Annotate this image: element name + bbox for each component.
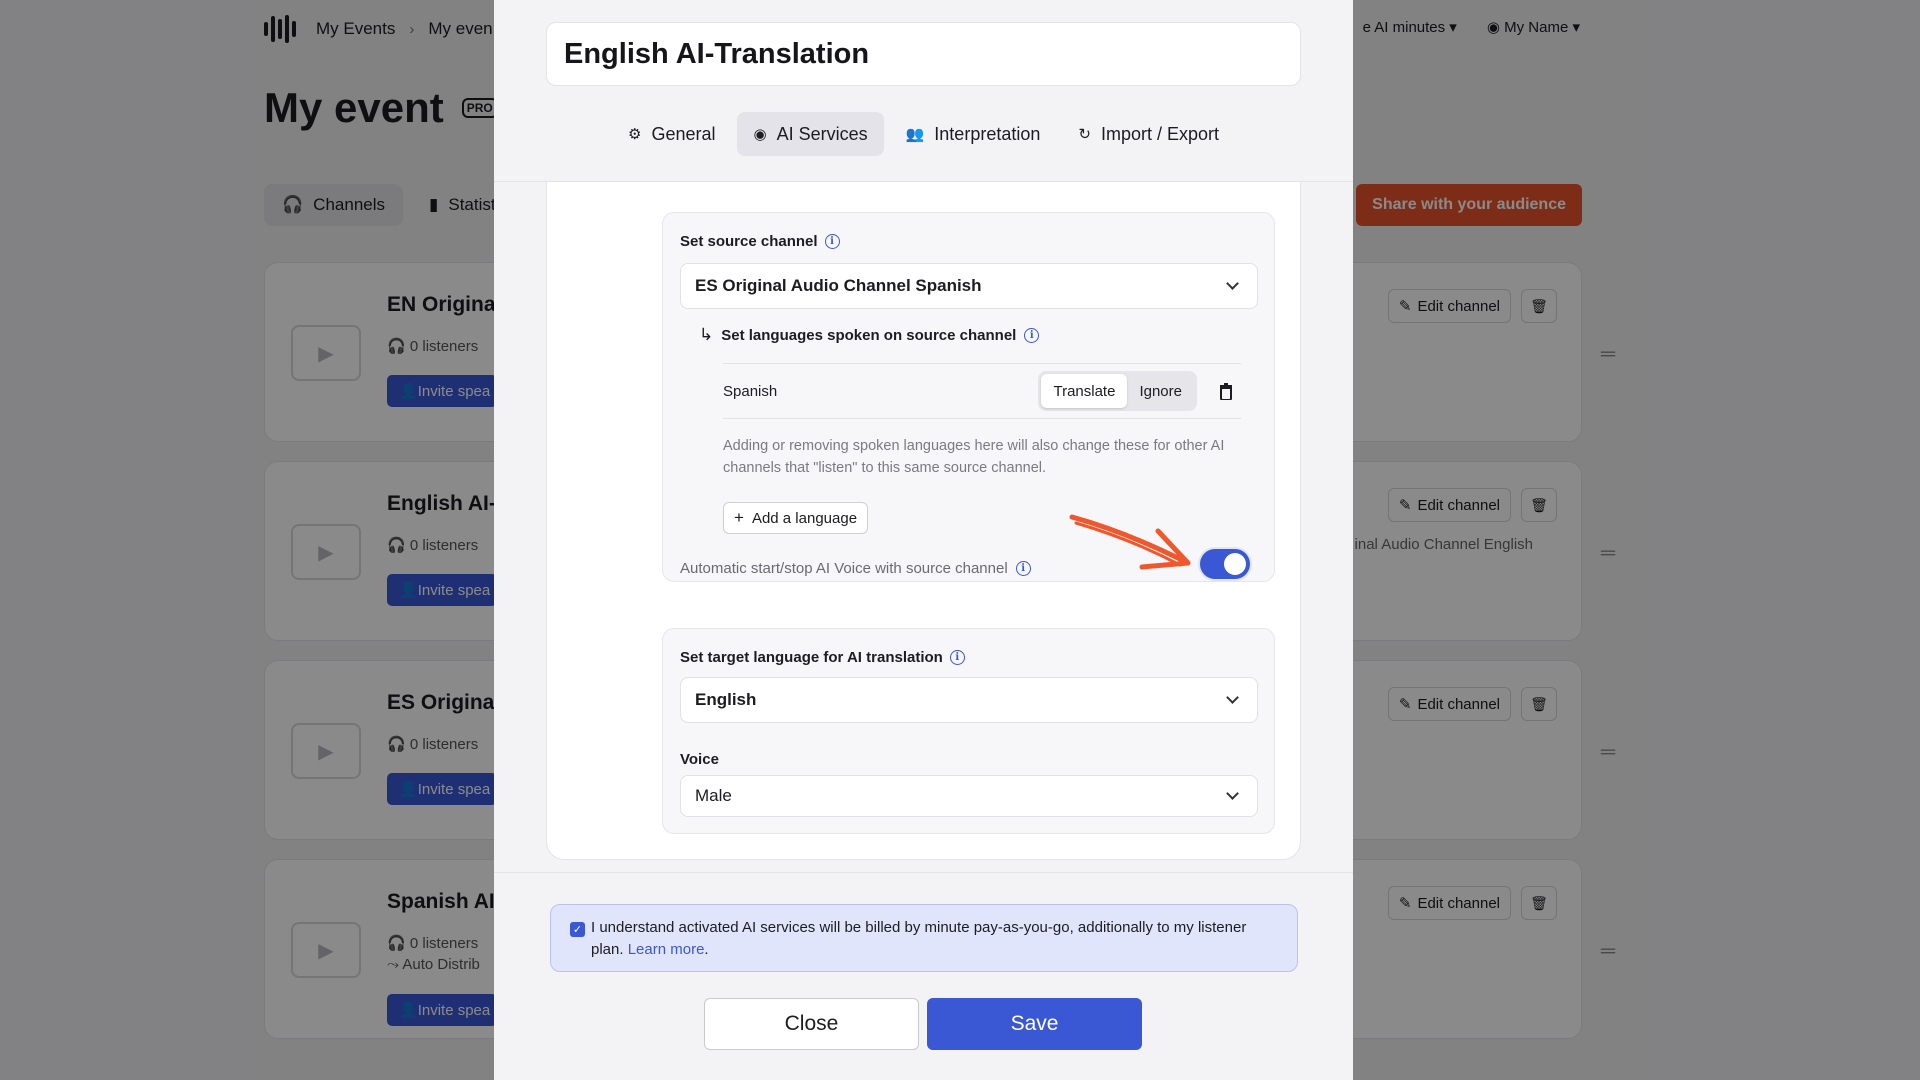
tab-ai-services[interactable]: ◉ AI Services bbox=[737, 112, 884, 156]
source-channel-section: Set source channel i ES Original Audio C… bbox=[662, 212, 1275, 582]
learn-more-link[interactable]: Learn more bbox=[628, 941, 705, 958]
tab-interpretation[interactable]: 👥 Interpretation bbox=[890, 112, 1057, 156]
tab-general[interactable]: ⚙ General bbox=[612, 112, 732, 156]
interpreters-icon: 👥 bbox=[905, 126, 925, 143]
languages-help-text: Adding or removing spoken languages here… bbox=[723, 438, 1225, 476]
ai-icon: ◉ bbox=[753, 126, 767, 143]
auto-start-toggle[interactable] bbox=[1200, 549, 1250, 579]
billing-consent: ✓ I understand activated AI services wil… bbox=[550, 904, 1298, 972]
target-language-label: Set target language for AI translation i bbox=[680, 649, 965, 666]
info-icon[interactable]: i bbox=[824, 234, 840, 249]
ai-services-panel[interactable]: Set source channel i ES Original Audio C… bbox=[546, 182, 1301, 860]
add-language-button[interactable]: + Add a language bbox=[723, 502, 869, 534]
modal-tabs: ⚙ General ◉ AI Services 👥 Interpretation… bbox=[494, 112, 1353, 156]
arrow-return-icon: ↳ bbox=[699, 325, 714, 344]
consent-checkbox[interactable]: ✓ bbox=[570, 922, 585, 937]
info-icon[interactable]: i bbox=[949, 650, 965, 665]
channel-name-input[interactable]: English AI-Translation bbox=[546, 22, 1301, 86]
annotation-arrow-icon bbox=[1069, 514, 1191, 570]
voice-select[interactable]: Male bbox=[680, 775, 1258, 817]
source-languages-label: ↳ Set languages spoken on source channel… bbox=[699, 325, 1040, 345]
remove-language-button[interactable] bbox=[1211, 382, 1241, 400]
plus-icon: + bbox=[734, 508, 744, 527]
edit-channel-modal: English AI-Translation ⚙ General ◉ AI Se… bbox=[494, 0, 1353, 1080]
info-icon[interactable]: i bbox=[1015, 561, 1031, 576]
chevron-down-icon bbox=[1226, 691, 1239, 704]
footer-divider bbox=[494, 872, 1353, 873]
source-channel-select[interactable]: ES Original Audio Channel Spanish bbox=[680, 263, 1258, 309]
trash-icon bbox=[1220, 382, 1232, 400]
chevron-down-icon bbox=[1226, 787, 1239, 800]
save-button[interactable]: Save bbox=[927, 998, 1142, 1050]
language-name: Spanish bbox=[723, 382, 778, 400]
gear-icon: ⚙ bbox=[627, 126, 642, 143]
target-language-select[interactable]: English bbox=[680, 677, 1258, 723]
info-icon[interactable]: i bbox=[1024, 327, 1040, 343]
source-channel-label: Set source channel i bbox=[680, 233, 840, 250]
chevron-down-icon bbox=[1226, 277, 1239, 290]
tab-import-export[interactable]: ↻ Import / Export bbox=[1062, 112, 1235, 156]
translate-option[interactable]: Translate bbox=[1041, 374, 1128, 408]
toggle-knob bbox=[1224, 553, 1246, 575]
ignore-option[interactable]: Ignore bbox=[1127, 374, 1194, 408]
language-row: Spanish Translate Ignore bbox=[723, 363, 1241, 419]
sync-icon: ↻ bbox=[1078, 126, 1091, 143]
auto-start-label: Automatic start/stop AI Voice with sourc… bbox=[680, 560, 1031, 577]
voice-label: Voice bbox=[680, 751, 719, 768]
target-language-section: Set target language for AI translation i… bbox=[662, 628, 1275, 834]
language-mode-toggle: Translate Ignore bbox=[1038, 371, 1197, 411]
close-button[interactable]: Close bbox=[704, 998, 919, 1050]
